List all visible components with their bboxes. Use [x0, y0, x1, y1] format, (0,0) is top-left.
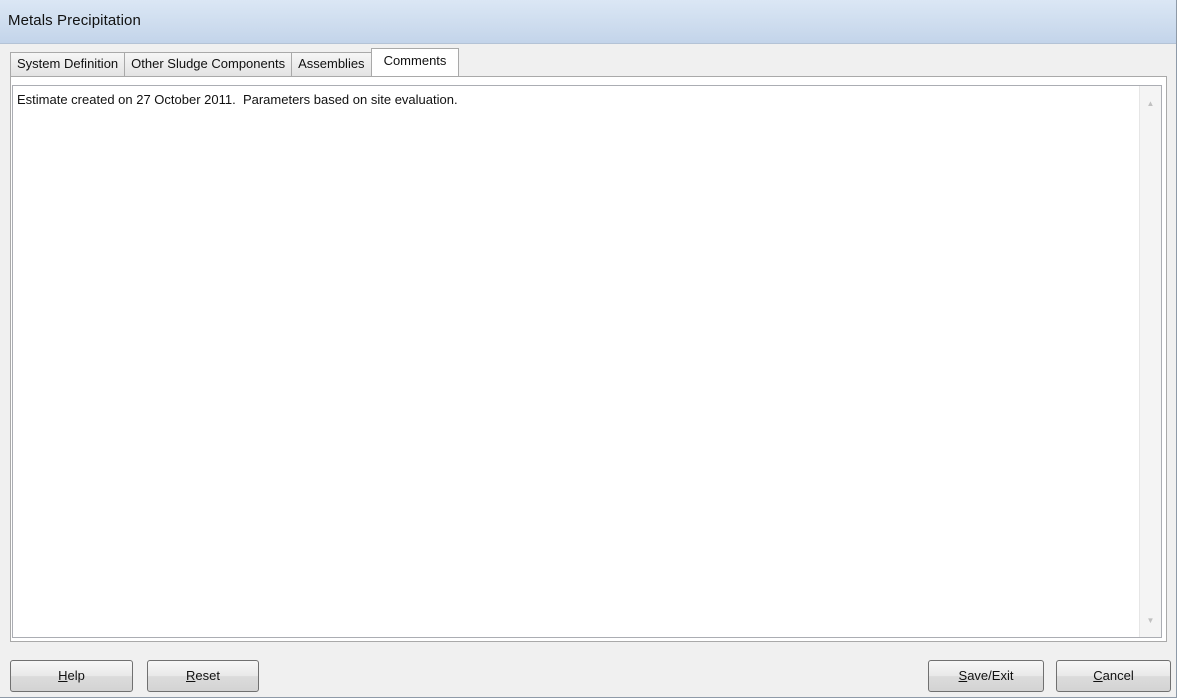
reset-button[interactable]: Reset [147, 660, 259, 692]
help-button-mnemonic: H [58, 668, 68, 683]
save-exit-button[interactable]: Save/Exit [928, 660, 1044, 692]
tab-comments[interactable]: Comments [370, 48, 460, 76]
scroll-down-arrow-icon[interactable]: ▼ [1140, 609, 1161, 631]
tab-assemblies[interactable]: Assemblies [291, 52, 372, 76]
window-title: Metals Precipitation [8, 12, 141, 29]
comments-text: Estimate created on 27 October 2011. Par… [17, 92, 458, 107]
cancel-button-mnemonic: C [1093, 668, 1103, 683]
save-exit-button-mnemonic: S [958, 668, 968, 683]
save-exit-button-label: ave/Exit [967, 668, 1014, 683]
dialog-window: Metals Precipitation System Definition O… [0, 0, 1177, 698]
vertical-scrollbar[interactable]: ▲ ▼ [1139, 86, 1161, 637]
scroll-up-arrow-icon[interactable]: ▲ [1140, 92, 1161, 114]
help-button-label: elp [67, 668, 85, 683]
tab-other-sludge-components[interactable]: Other Sludge Components [124, 52, 293, 76]
comments-textarea[interactable]: Estimate created on 27 October 2011. Par… [12, 85, 1162, 638]
help-button[interactable]: Help [10, 660, 133, 692]
tab-strip: System Definition Other Sludge Component… [10, 48, 460, 76]
reset-button-mnemonic: R [186, 668, 196, 683]
title-bar[interactable]: Metals Precipitation [0, 0, 1176, 44]
cancel-button-label: ancel [1102, 668, 1134, 683]
cancel-button[interactable]: Cancel [1056, 660, 1171, 692]
tab-system-definition[interactable]: System Definition [10, 52, 126, 76]
reset-button-label: eset [195, 668, 220, 683]
